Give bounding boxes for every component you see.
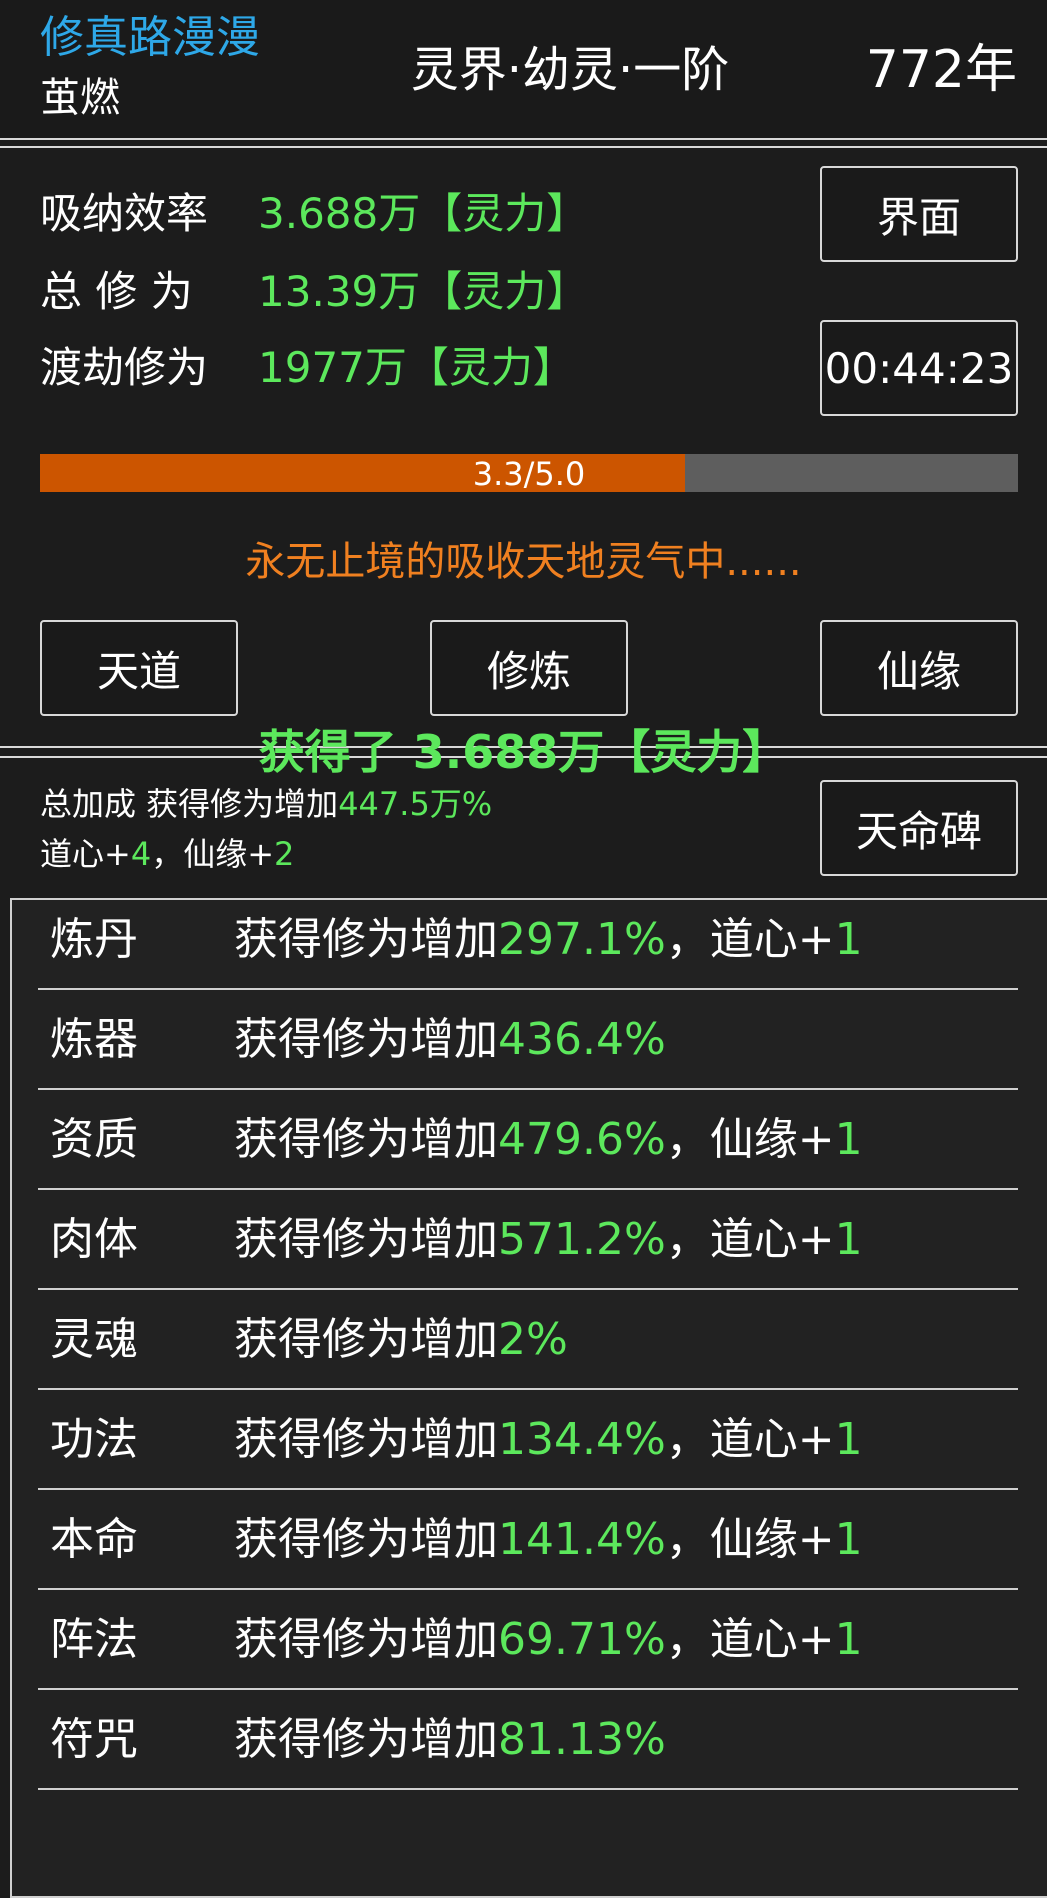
effect-value: 297.1% [498,914,666,965]
effect-prefix: 获得修为增加 [234,914,498,965]
effect-extra-value: 1 [834,914,863,965]
absorb-rate-label: 吸纳效率 [40,189,209,238]
gain-message: 获得了 3.688万【灵力】 [258,725,789,779]
list-item[interactable]: 功法 获得修为增加134.4%，道心+1 [38,1390,1018,1490]
timer-display[interactable]: 00:44:23 [820,320,1018,416]
list-item-effect: 获得修为增加69.71%，道心+1 [234,1610,863,1670]
tiandao-button[interactable]: 天道 [40,620,238,716]
effect-prefix: 获得修为增加 [234,1314,498,1365]
absorb-rate-value: 3.688万【灵力】 [258,189,589,238]
progress-text: 3.3/5.0 [472,455,586,493]
list-item[interactable]: 本命 获得修为增加141.4%，仙缘+1 [38,1490,1018,1590]
list-item[interactable]: 肉体 获得修为增加571.2%，道心+1 [38,1190,1018,1290]
effect-prefix: 获得修为增加 [234,1014,498,1065]
tribulation-cultivation-value: 1977万【灵力】 [258,343,575,392]
effect-extra-label: ，仙缘+ [665,1514,835,1565]
list-item-name: 本命 [50,1514,138,1565]
effect-value: 69.71% [498,1614,666,1665]
cultivation-progress-bar: 3.3/5.0 [40,454,1018,493]
header-divider [0,146,1047,148]
list-item[interactable]: 阵法 获得修为增加69.71%，道心+1 [38,1590,1018,1690]
effect-prefix: 获得修为增加 [234,1114,498,1165]
total-bonus-line: 总加成 获得修为增加447.5万% [40,780,492,828]
total-bonus-prefix: 总加成 获得修为增加 [40,785,339,823]
list-item-effect: 获得修为增加141.4%，仙缘+1 [234,1510,863,1570]
list-item[interactable]: 灵魂 获得修为增加2% [38,1290,1018,1390]
age-years: 772年 [865,40,1017,100]
list-item-name: 功法 [50,1414,138,1465]
effect-prefix: 获得修为增加 [234,1714,498,1765]
game-title: 修真路漫漫 [40,12,260,63]
effect-extra-value: 1 [834,1514,863,1565]
effect-prefix: 获得修为增加 [234,1614,498,1665]
tribulation-cultivation-label: 渡劫修为 [40,343,209,392]
attribute-bonus-line: 道心+4，仙缘+2 [40,830,294,878]
list-item-name: 炼丹 [50,914,138,965]
effect-extra-value: 1 [834,1214,863,1265]
effect-extra-value: 1 [834,1114,863,1165]
total-cultivation-value: 13.39万【灵力】 [258,267,589,316]
list-item-effect: 获得修为增加297.1%，道心+1 [234,910,863,970]
effect-value: 81.13% [498,1714,666,1765]
list-item-name: 符咒 [50,1714,138,1765]
effect-prefix: 获得修为增加 [234,1514,498,1565]
xianyuan-label: 仙缘+ [183,835,275,873]
list-item-effect: 获得修为增加2% [234,1310,568,1370]
header-divider [0,138,1047,140]
total-cultivation-label: 总 修 为 [40,267,193,316]
xianyuan-value: 2 [274,835,295,873]
effect-extra-label: ，道心+ [665,1614,835,1665]
list-item-name: 阵法 [50,1614,138,1665]
list-item-effect: 获得修为增加436.4% [234,1010,666,1070]
effect-extra-value: 1 [834,1414,863,1465]
list-item-name: 炼器 [50,1014,138,1065]
status-message: 永无止境的吸收天地灵气中...... [245,539,802,585]
effect-prefix: 获得修为增加 [234,1214,498,1265]
cultivate-button[interactable]: 修炼 [430,620,628,716]
effect-extra-label: ，道心+ [665,1414,835,1465]
list-item-name: 灵魂 [50,1314,138,1365]
list-item[interactable]: 资质 获得修为增加479.6%，仙缘+1 [38,1090,1018,1190]
list-item-name: 肉体 [50,1214,138,1265]
list-item[interactable]: 炼丹 获得修为增加297.1%，道心+1 [38,890,1018,990]
effect-value: 479.6% [498,1114,666,1165]
player-name: 茧燃 [40,75,120,121]
effect-value: 571.2% [498,1214,666,1265]
effect-value: 436.4% [498,1014,666,1065]
daoxin-value: 4 [130,835,152,873]
separator: ， [151,835,184,873]
destiny-stele-button[interactable]: 天命碑 [820,780,1018,876]
effect-prefix: 获得修为增加 [234,1414,498,1465]
effect-extra-label: ，仙缘+ [665,1114,835,1165]
list-item[interactable]: 炼器 获得修为增加436.4% [38,990,1018,1090]
effect-extra-label: ，道心+ [665,914,835,965]
effect-extra-label: ，道心+ [665,1214,835,1265]
list-item-name: 资质 [50,1114,138,1165]
list-item-effect: 获得修为增加134.4%，道心+1 [234,1410,863,1470]
list-item-effect: 获得修为增加571.2%，道心+1 [234,1210,863,1270]
list-item-effect: 获得修为增加81.13% [234,1710,666,1770]
list-item[interactable]: 符咒 获得修为增加81.13% [38,1690,1018,1790]
effect-value: 141.4% [498,1514,666,1565]
realm-level: 灵界·幼灵·一阶 [410,42,730,98]
daoxin-label: 道心+ [40,835,131,873]
list-item-effect: 获得修为增加479.6%，仙缘+1 [234,1110,863,1170]
effect-value: 134.4% [498,1414,666,1465]
fate-button[interactable]: 仙缘 [820,620,1018,716]
effect-extra-value: 1 [834,1614,863,1665]
interface-button[interactable]: 界面 [820,166,1018,262]
effect-value: 2% [498,1314,568,1365]
total-bonus-value: 447.5万% [338,785,493,823]
